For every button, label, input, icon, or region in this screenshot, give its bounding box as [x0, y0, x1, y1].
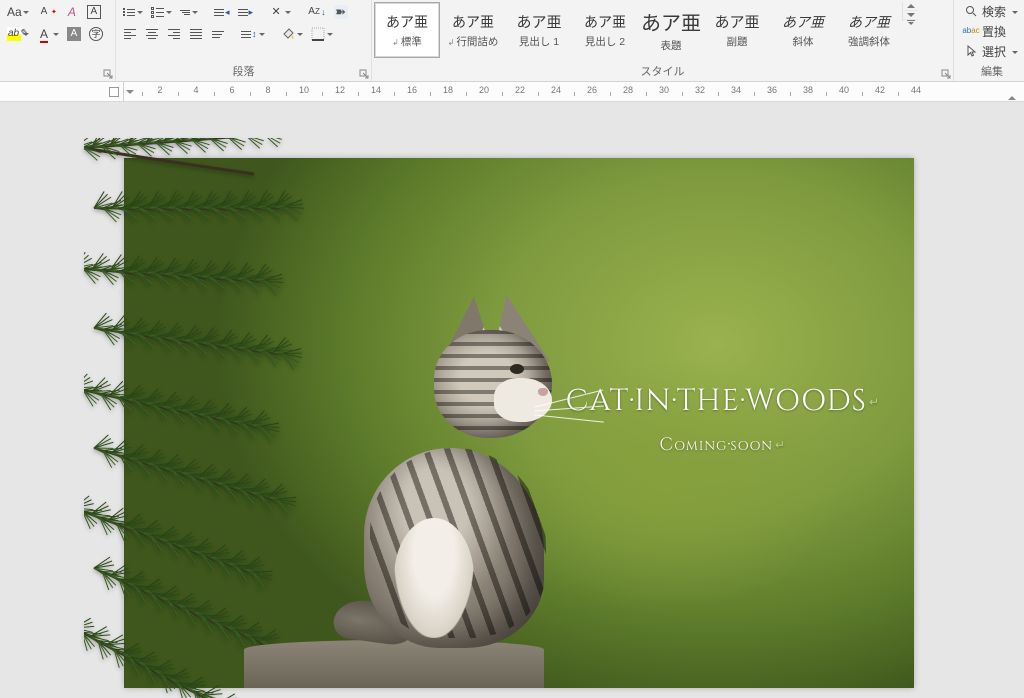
cat-graphic	[324, 318, 574, 648]
character-border-button[interactable]: A	[84, 2, 104, 22]
align-right-button[interactable]	[164, 24, 184, 44]
multilevel-list-button[interactable]	[177, 2, 201, 22]
line-break-mark-icon: ↵	[775, 438, 786, 454]
styles-dialog-launcher-icon[interactable]	[941, 69, 951, 79]
group-styles-label: スタイル	[372, 65, 953, 81]
style-name: ↲標準	[392, 34, 422, 49]
style-item-2[interactable]: あア亜見出し 1	[506, 2, 572, 58]
phonetic-guide-button[interactable]: A✦	[34, 2, 60, 22]
clear-formatting-button[interactable]: A	[62, 2, 82, 22]
align-left-button[interactable]	[120, 24, 140, 44]
character-shading-button[interactable]: A	[64, 24, 84, 44]
align-center-button[interactable]	[142, 24, 162, 44]
style-name: 斜体	[793, 34, 814, 49]
borders-button[interactable]	[308, 24, 336, 44]
shading-button[interactable]	[278, 24, 306, 44]
find-label: 検索	[982, 3, 1006, 20]
style-item-7[interactable]: あア亜強調斜体	[836, 2, 902, 58]
sort-button[interactable]: AZ↓	[304, 2, 329, 22]
style-preview: あア亜	[516, 11, 561, 32]
style-preview: あア亜	[386, 12, 428, 32]
replace-icon: abac	[964, 24, 978, 38]
horizontal-ruler[interactable]: 2468101214161820222426283032343638404244	[124, 82, 1024, 101]
asian-layout-button[interactable]: ✕	[266, 2, 294, 22]
enclose-characters-button[interactable]: 字	[86, 24, 106, 44]
style-item-5[interactable]: あア亜副題	[704, 2, 770, 58]
style-preview: あア亜	[584, 12, 626, 32]
style-preview: あア亜	[641, 7, 701, 36]
change-case-button[interactable]: Aa	[4, 2, 32, 22]
style-item-6[interactable]: あア亜斜体	[770, 2, 836, 58]
numbering-button[interactable]	[148, 2, 175, 22]
style-name: 強調斜体	[848, 34, 890, 49]
group-editing: 検索 abac 置換 選択 編集	[954, 0, 1024, 81]
first-line-indent-marker[interactable]	[126, 94, 134, 98]
group-styles: あア亜↲標準あア亜↲行間詰めあア亜見出し 1あア亜見出し 2あア亜表題あア亜副題…	[372, 0, 954, 81]
style-name: 表題	[661, 38, 682, 53]
decrease-indent-button[interactable]: ◂	[211, 2, 233, 22]
chevron-up-icon	[907, 0, 915, 8]
style-preview: あア亜	[452, 12, 494, 32]
bullets-button[interactable]	[120, 2, 146, 22]
gallery-scroll-up-button[interactable]	[903, 2, 918, 11]
font-dialog-launcher-icon[interactable]	[103, 69, 113, 79]
style-item-3[interactable]: あア亜見出し 2	[572, 2, 638, 58]
document-title: CAT·IN·THE·WOODS	[566, 382, 867, 422]
line-spacing-button[interactable]: ↕	[238, 24, 268, 44]
document-area: CAT·IN·THE·WOODS↵ Coming·soon↵	[0, 102, 1024, 110]
expand-icon	[907, 20, 915, 21]
group-font: Aa A✦ A A ab✎ A A 字	[0, 0, 116, 81]
style-item-1[interactable]: あア亜 ↲行間詰め	[440, 2, 506, 58]
group-paragraph: ◂ ▸ ✕ AZ↓ ➽ ↕ 段落	[116, 0, 372, 81]
text-highlight-button[interactable]: ab✎	[4, 24, 32, 44]
style-name: 見出し 1	[519, 34, 559, 49]
select-label: 選択	[982, 43, 1006, 60]
borders-icon	[311, 27, 325, 41]
replace-label: 置換	[982, 23, 1006, 40]
style-name: ↲行間詰め	[448, 34, 499, 49]
style-preview: あア亜	[848, 12, 890, 32]
gallery-expand-button[interactable]	[903, 20, 918, 21]
ruler-corner[interactable]	[0, 82, 124, 101]
style-name: 副題	[727, 34, 748, 49]
group-font-label	[0, 65, 115, 81]
distributed-button[interactable]	[208, 24, 228, 44]
paragraph-dialog-launcher-icon[interactable]	[359, 69, 369, 79]
style-gallery: あア亜↲標準あア亜↲行間詰めあア亜見出し 1あア亜見出し 2あア亜表題あア亜副題…	[374, 2, 902, 58]
style-name: 見出し 2	[585, 34, 625, 49]
document-subtitle: Coming·soon	[659, 432, 773, 457]
font-color-button[interactable]: A	[34, 24, 62, 44]
style-preview: あア亜	[782, 12, 824, 32]
ribbon: Aa A✦ A A ab✎ A A 字 ◂	[0, 0, 1024, 82]
replace-button[interactable]: abac 置換	[964, 22, 1006, 40]
cursor-icon	[964, 44, 978, 58]
group-paragraph-label: 段落	[116, 65, 371, 81]
search-icon	[964, 4, 978, 18]
select-button[interactable]: 選択	[964, 42, 1014, 60]
style-item-0[interactable]: あア亜 ↲標準	[374, 2, 440, 58]
line-break-mark-icon: ↵	[869, 395, 880, 411]
increase-indent-button[interactable]: ▸	[235, 2, 257, 22]
show-hide-marks-button[interactable]: ➽	[331, 2, 351, 22]
style-gallery-spinner	[902, 2, 918, 21]
style-preview: あア亜	[714, 11, 759, 32]
find-button[interactable]: 検索	[964, 2, 1014, 20]
document-page[interactable]: CAT·IN·THE·WOODS↵ Coming·soon↵	[124, 158, 914, 688]
style-item-4[interactable]: あア亜表題	[638, 2, 704, 58]
justify-button[interactable]	[186, 24, 206, 44]
title-block[interactable]: CAT·IN·THE·WOODS↵ Coming·soon↵	[566, 382, 880, 457]
right-indent-marker[interactable]	[1008, 92, 1016, 100]
ruler: 2468101214161820222426283032343638404244	[0, 82, 1024, 102]
paint-bucket-icon	[281, 27, 295, 41]
group-editing-label: 編集	[960, 65, 1024, 81]
gallery-scroll-down-button[interactable]	[903, 11, 918, 20]
